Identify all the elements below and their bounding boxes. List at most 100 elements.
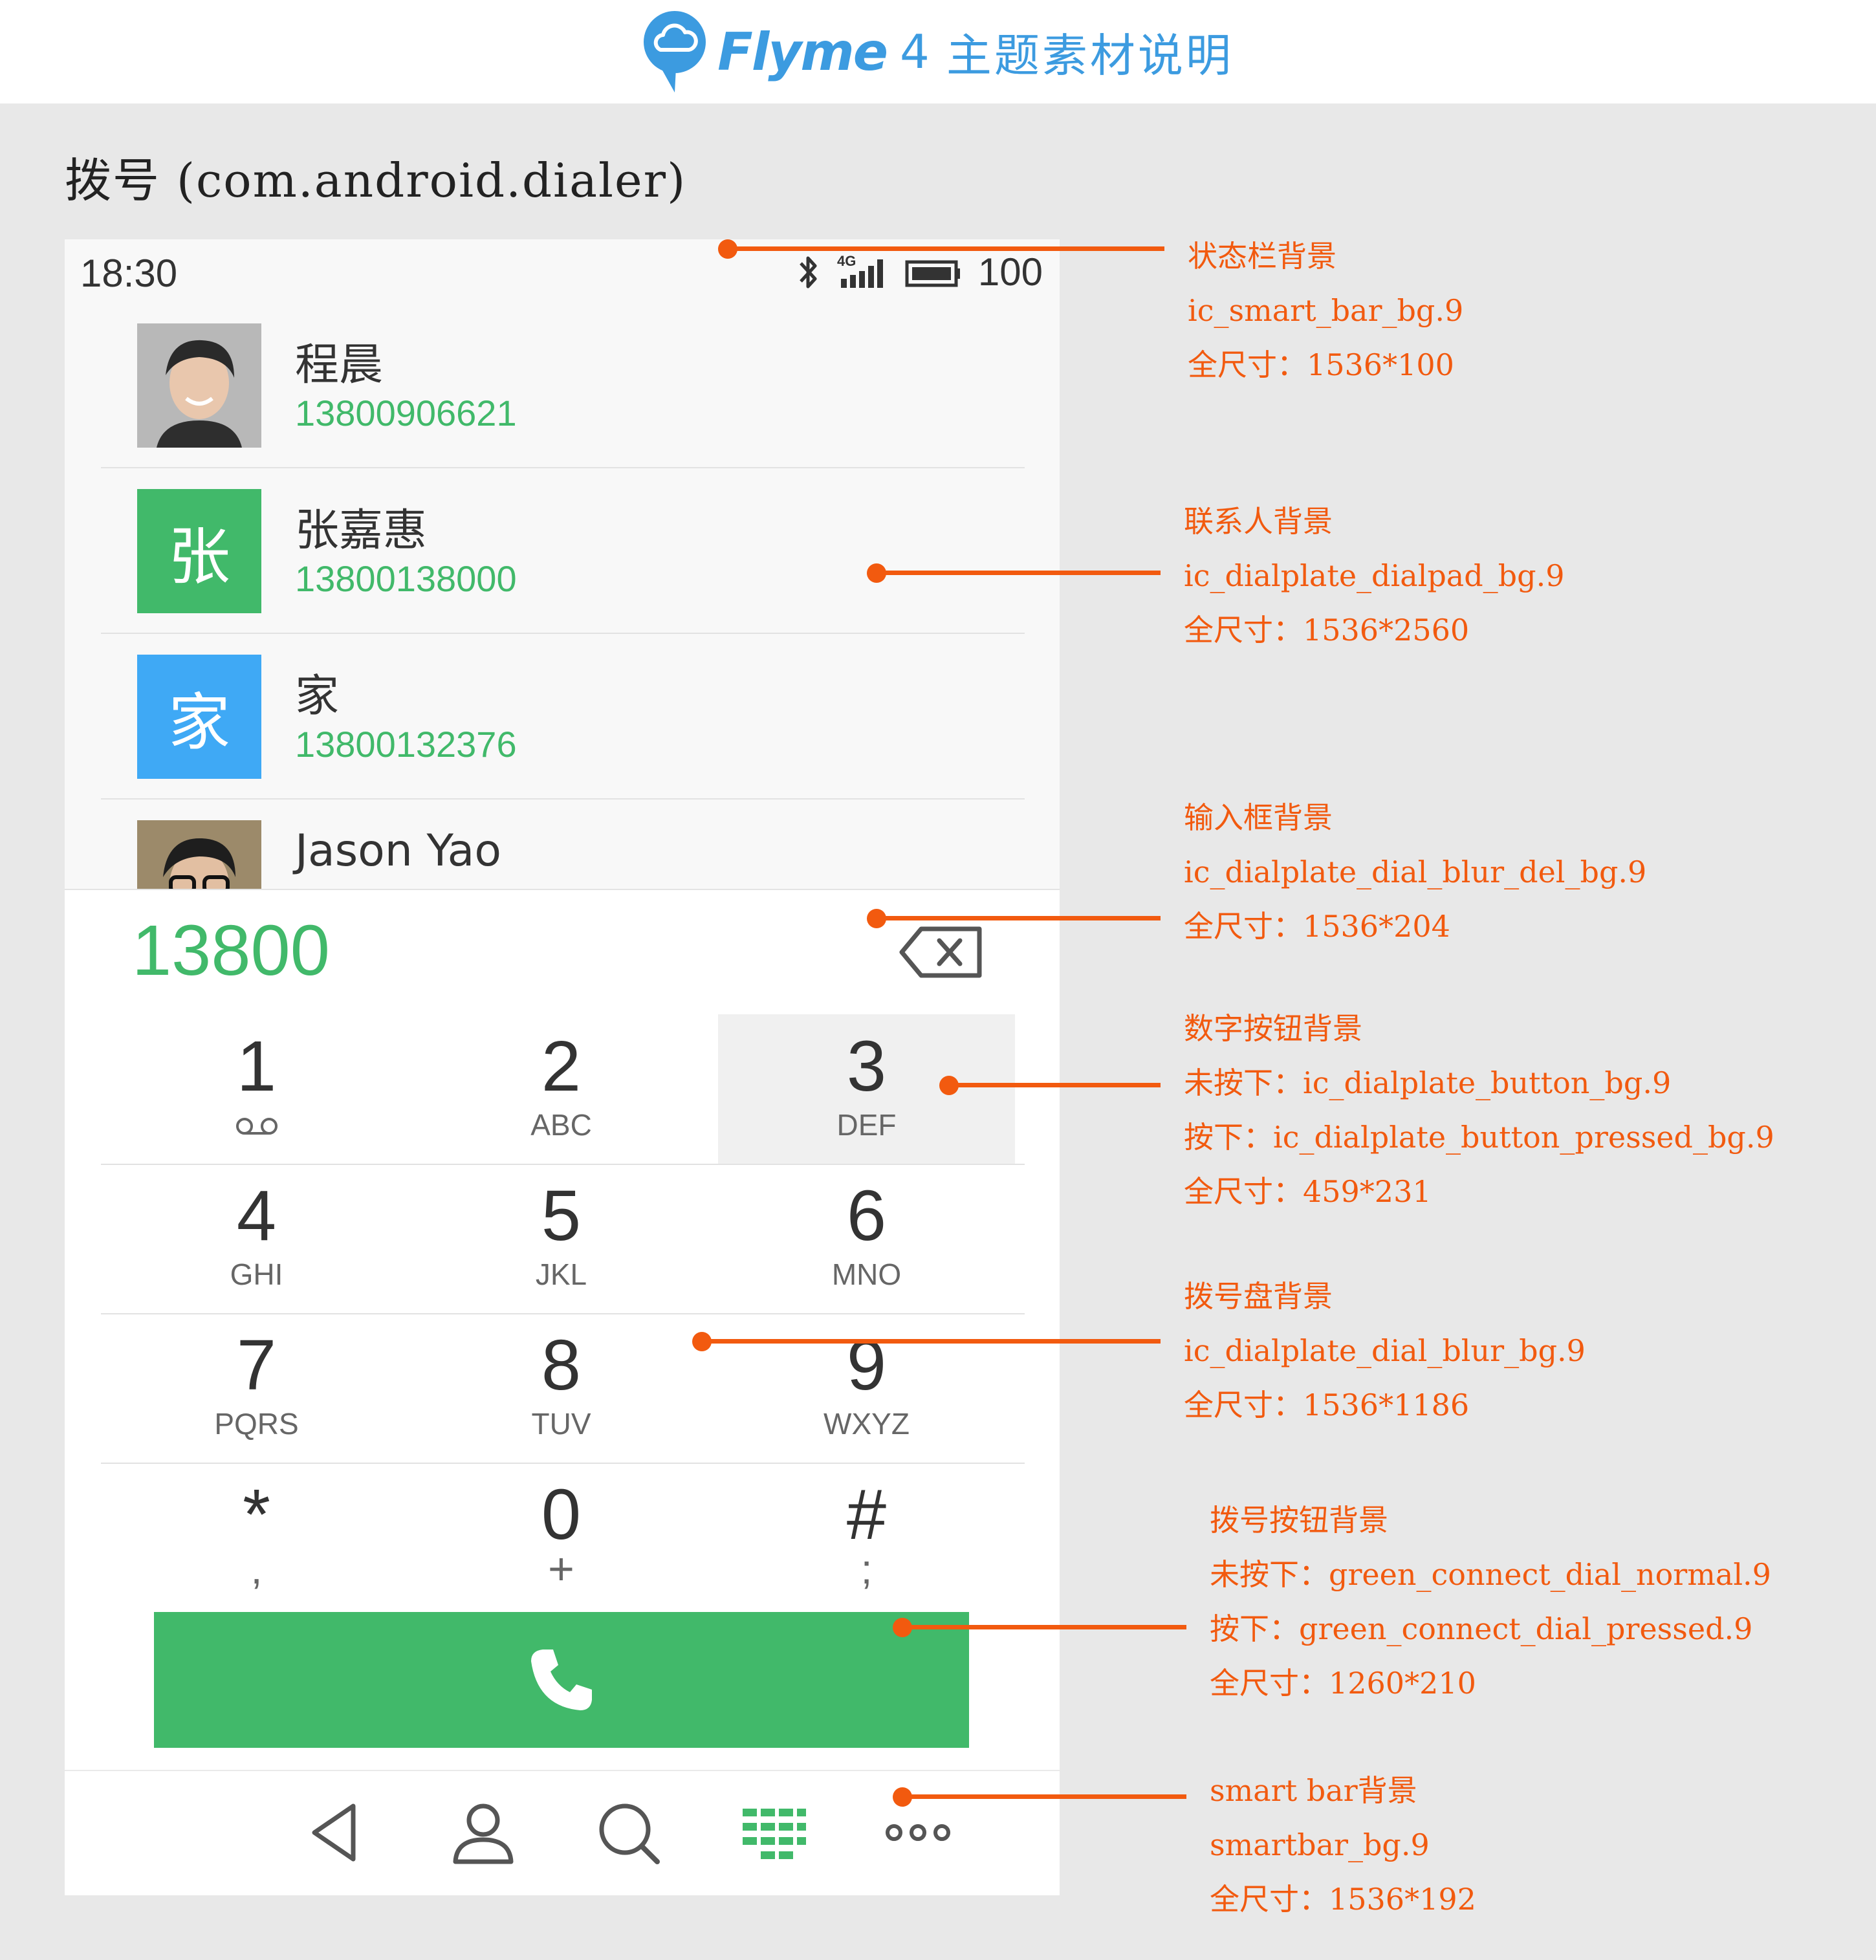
callout-line (876, 916, 1161, 920)
divider (101, 633, 1025, 634)
annotation-line: smartbar_bg.9 (1210, 1827, 1430, 1862)
key-letters: GHI (230, 1258, 283, 1291)
annotation-line: ic_dialplate_dial_blur_del_bg.9 (1184, 855, 1647, 889)
key-letters: , (250, 1546, 263, 1593)
callout-line (701, 1339, 1161, 1344)
annotation-line: 按下：ic_dialplate_button_pressed_bg.9 (1184, 1120, 1774, 1155)
divider (101, 798, 1025, 800)
key-digit: # (846, 1475, 887, 1554)
key-digit: 4 (236, 1176, 277, 1256)
contact-number: 13800906621 (295, 393, 517, 433)
key-digit: 6 (846, 1176, 887, 1256)
annotation-line: 按下：green_connect_dial_pressed.9 (1210, 1611, 1753, 1646)
key-digit: 8 (541, 1325, 582, 1405)
callout-line (902, 1625, 1186, 1629)
brand-name: Flyme (717, 21, 888, 82)
key-letters: JKL (535, 1258, 587, 1291)
backspace-icon[interactable] (899, 925, 983, 979)
contact-item[interactable]: 家 家 13800132376 (101, 635, 1025, 800)
person-photo-icon (137, 323, 261, 448)
annotation-status-bar: 状态栏背景 ic_smart_bar_bg.9 全尺寸：1536*100 (1188, 229, 1463, 392)
contact-name: Jason Yao (295, 825, 501, 877)
status-icons: 4G 100 (796, 250, 1043, 294)
annotation-line: 未按下：ic_dialplate_button_bg.9 (1184, 1065, 1672, 1100)
contacts-icon[interactable] (448, 1797, 519, 1868)
key-0[interactable]: 0 + (413, 1463, 710, 1612)
contact-name: 张嘉惠 (295, 505, 428, 556)
key-1[interactable]: 1 (108, 1014, 405, 1164)
page-title: 拨号 (com.android.dialer) (65, 153, 687, 208)
contact-number: 13800132376 (295, 724, 517, 765)
search-icon[interactable] (593, 1797, 664, 1868)
annotation-line: 全尺寸：1536*1186 (1184, 1388, 1470, 1422)
key-star[interactable]: * , (108, 1463, 405, 1612)
key-letters: + (548, 1543, 574, 1594)
contact-name: 程晨 (295, 340, 384, 391)
annotation-line: 全尺寸：1536*100 (1188, 347, 1454, 382)
annotation-line: 全尺寸：1260*210 (1210, 1666, 1476, 1701)
key-5[interactable]: 5 JKL (413, 1164, 710, 1313)
contact-name: 家 (295, 671, 340, 722)
dialpad-icon[interactable] (737, 1797, 809, 1868)
annotation-contacts: 联系人背景 ic_dialplate_dialpad_bg.9 全尺寸：1536… (1184, 494, 1564, 657)
key-letters: PQRS (214, 1407, 299, 1441)
annotation-call-button: 拨号按钮背景 未按下：green_connect_dial_normal.9 按… (1210, 1493, 1771, 1710)
annotation-title: 联系人背景 (1184, 504, 1333, 539)
key-digit: 1 (236, 1027, 277, 1106)
flyme-cloud-logo-icon (644, 11, 706, 93)
annotation-line: ic_smart_bar_bg.9 (1188, 293, 1464, 328)
phone-screen: 18:30 4G 100 程晨 13800906621 张 张嘉惠 138001… (65, 239, 1060, 1895)
key-digit: 0 (541, 1475, 582, 1554)
contact-item[interactable]: 程晨 13800906621 (101, 304, 1025, 468)
key-digit: * (243, 1475, 270, 1554)
contact-list[interactable]: 程晨 13800906621 张 张嘉惠 13800138000 家 家 138… (65, 304, 1060, 953)
doc-subtitle: 主题素材说明 (946, 28, 1234, 82)
key-9[interactable]: 9 WXYZ (718, 1313, 1015, 1463)
call-button[interactable] (154, 1612, 969, 1748)
key-4[interactable]: 4 GHI (108, 1164, 405, 1313)
key-digit: 2 (541, 1027, 582, 1106)
annotation-line: 未按下：green_connect_dial_normal.9 (1210, 1557, 1771, 1592)
contact-item[interactable]: 张 张嘉惠 13800138000 (101, 470, 1025, 634)
key-hash[interactable]: # ; (718, 1463, 1015, 1612)
key-8[interactable]: 8 TUV (413, 1313, 710, 1463)
callout-line (876, 571, 1161, 575)
key-letters: ; (860, 1546, 873, 1593)
status-time: 18:30 (80, 252, 178, 295)
annotation-title: 拨号按钮背景 (1210, 1503, 1388, 1538)
key-letters: DEF (836, 1108, 897, 1142)
more-icon[interactable] (882, 1797, 954, 1868)
key-letters: ABC (530, 1108, 592, 1142)
4g-signal-icon: 4G (837, 253, 883, 288)
callout-line (902, 1794, 1186, 1799)
annotation-line: ic_dialplate_dialpad_bg.9 (1184, 558, 1565, 593)
key-6[interactable]: 6 MNO (718, 1164, 1015, 1313)
annotation-title: smart bar背景 (1210, 1773, 1417, 1808)
dial-input-box[interactable]: 13800 (65, 889, 1060, 1016)
annotation-line: 全尺寸：459*231 (1184, 1174, 1432, 1209)
key-digit: 3 (846, 1027, 887, 1106)
key-letters: WXYZ (823, 1407, 910, 1441)
key-7[interactable]: 7 PQRS (108, 1313, 405, 1463)
avatar-photo (137, 323, 261, 448)
annotation-title: 输入框背景 (1184, 800, 1333, 835)
brand: Flyme 4 主题素材说明 (0, 0, 1876, 103)
key-letters: TUV (531, 1407, 591, 1441)
battery-level: 100 (977, 250, 1043, 294)
annotation-line: 全尺寸：1536*192 (1210, 1882, 1476, 1917)
callout-line (948, 1083, 1161, 1087)
key-3[interactable]: 3 DEF (718, 1014, 1015, 1164)
key-2[interactable]: 2 ABC (413, 1014, 710, 1164)
annotation-title: 状态栏背景 (1188, 239, 1336, 274)
network-label: 4G (837, 253, 856, 269)
bluetooth-icon (800, 256, 817, 288)
annotation-line: ic_dialplate_dial_blur_bg.9 (1184, 1333, 1586, 1368)
annotation-smart-bar: smart bar背景 smartbar_bg.9 全尺寸：1536*192 (1210, 1763, 1476, 1926)
dialpad: 1 2 ABC 3 DEF 4 GHI 5 JKL 6 MNO 7 PQRS 8… (65, 1014, 1060, 1895)
key-digit: 5 (541, 1176, 582, 1256)
divider (101, 467, 1025, 468)
back-icon[interactable] (301, 1797, 373, 1868)
annotation-title: 拨号盘背景 (1184, 1279, 1333, 1314)
key-digit: 7 (236, 1325, 277, 1405)
voicemail-icon (236, 1118, 278, 1135)
